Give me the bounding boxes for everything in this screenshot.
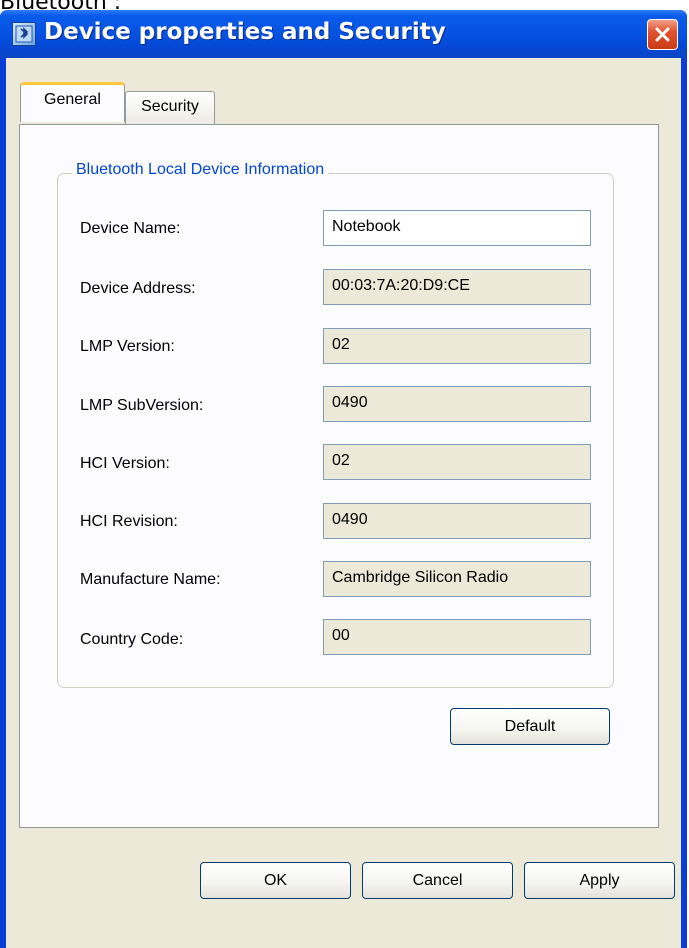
close-button[interactable] <box>647 19 678 50</box>
hci-revision-field: 0490 <box>323 503 591 539</box>
cancel-button[interactable]: Cancel <box>362 862 513 899</box>
lmp-version-label: LMP Version: <box>80 338 175 355</box>
apply-button[interactable]: Apply <box>524 862 675 899</box>
group-title: Bluetooth Local Device Information <box>72 161 329 179</box>
device-info-groupbox <box>57 173 614 688</box>
close-icon <box>655 27 670 42</box>
lmp-version-field: 02 <box>323 328 591 364</box>
device-name-label: Device Name: <box>80 220 181 237</box>
hci-revision-label: HCI Revision: <box>80 513 178 530</box>
tab-security[interactable]: Security <box>125 91 215 124</box>
title-bar[interactable]: Device properties and Security <box>0 10 687 58</box>
device-address-field: 00:03:7A:20:D9:CE <box>323 269 591 305</box>
device-address-label: Device Address: <box>80 280 196 297</box>
ok-button[interactable]: OK <box>200 862 351 899</box>
manufacture-name-label: Manufacture Name: <box>80 571 221 588</box>
device-name-input[interactable]: Notebook <box>323 210 591 246</box>
lmp-subversion-label: LMP SubVersion: <box>80 397 204 414</box>
lmp-subversion-field: 0490 <box>323 386 591 422</box>
bluetooth-app-icon <box>12 22 36 46</box>
default-button[interactable]: Default <box>450 708 610 745</box>
manufacture-name-field: Cambridge Silicon Radio <box>323 561 591 597</box>
country-code-label: Country Code: <box>80 631 184 648</box>
hci-version-label: HCI Version: <box>80 455 170 472</box>
hci-version-field: 02 <box>323 444 591 480</box>
tab-general[interactable]: General <box>20 82 125 122</box>
country-code-field: 00 <box>323 619 591 655</box>
window-title: Device properties and Security <box>44 19 446 45</box>
